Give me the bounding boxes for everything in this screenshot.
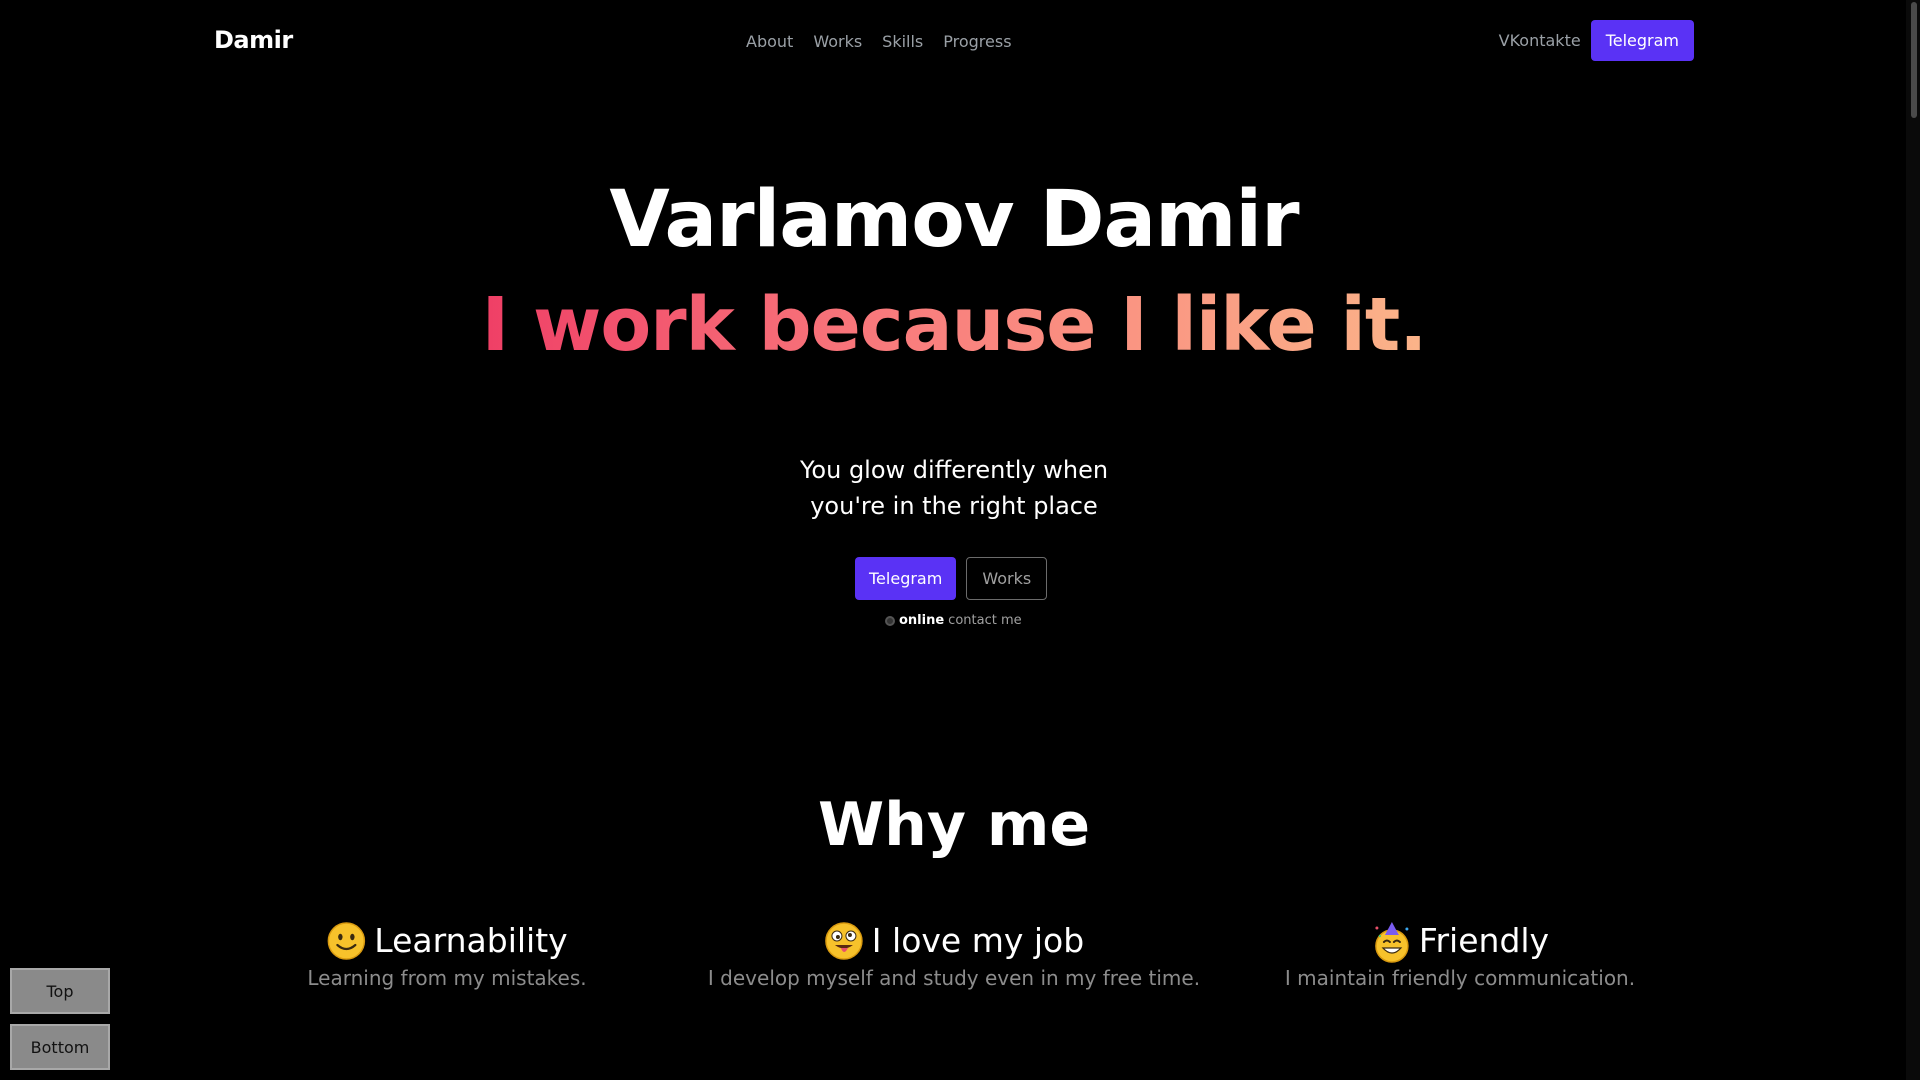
feature-title-friendly: Friendly xyxy=(1418,920,1550,960)
hero-buttons: Telegram Works xyxy=(855,557,1048,600)
hero-name: Varlamov Damir xyxy=(609,175,1299,265)
nav-progress[interactable]: Progress xyxy=(943,32,1011,51)
hero-tagline: I work because I like it. xyxy=(0,282,1908,368)
status-dot-icon xyxy=(885,615,895,626)
smiling-face-icon xyxy=(326,920,366,960)
vkontakte-link[interactable]: VKontakte xyxy=(1499,31,1581,50)
online-status: online contact me xyxy=(885,613,1022,628)
scroll-bottom-button[interactable]: Bottom xyxy=(10,1024,110,1070)
hero-telegram-button[interactable]: Telegram xyxy=(855,557,957,600)
hero-subtitle: You glow differently when you're in the … xyxy=(0,452,1908,524)
header-telegram-button[interactable]: Telegram xyxy=(1590,20,1694,61)
header-actions: VKontakte Telegram xyxy=(1499,20,1694,61)
status-online-label: online xyxy=(899,613,945,628)
feature-desc-love-job: I develop myself and study even in my fr… xyxy=(707,966,1201,990)
nav-works[interactable]: Works xyxy=(813,32,862,51)
nav-skills[interactable]: Skills xyxy=(882,32,923,51)
feature-love-job: I love my job I develop myself and study… xyxy=(707,920,1201,991)
features-row: Learnability Learning from my mistakes. … xyxy=(0,920,1908,1010)
page-scrollbar[interactable] xyxy=(1906,0,1920,1080)
feature-learnability: Learnability Learning from my mistakes. xyxy=(307,920,587,991)
site-header: Damir About Works Skills Progress VKonta… xyxy=(0,0,1900,84)
status-contact-label[interactable]: contact me xyxy=(948,613,1021,628)
hero-tagline-text: I work because I like it. xyxy=(481,282,1428,368)
scroll-top-button[interactable]: Top xyxy=(10,968,110,1014)
why-me-title: Why me xyxy=(817,790,1091,860)
goofy-face-icon xyxy=(824,920,864,960)
scrollbar-thumb[interactable] xyxy=(1911,2,1917,118)
feature-title-learnability: Learnability xyxy=(374,920,568,960)
feature-friendly: Friendly I maintain friendly communicati… xyxy=(1284,920,1636,991)
hero-subtitle-line-2: you're in the right place xyxy=(810,492,1098,520)
party-face-icon xyxy=(1371,920,1411,963)
hero-works-button[interactable]: Works xyxy=(966,557,1048,600)
feature-title-love-job: I love my job xyxy=(871,920,1085,960)
feature-desc-friendly: I maintain friendly communication. xyxy=(1284,966,1636,990)
main-nav: About Works Skills Progress xyxy=(746,32,1012,51)
logo[interactable]: Damir xyxy=(214,26,293,54)
nav-about[interactable]: About xyxy=(746,32,793,51)
feature-desc-learnability: Learning from my mistakes. xyxy=(307,966,587,990)
hero-subtitle-line-1: You glow differently when xyxy=(799,456,1109,484)
